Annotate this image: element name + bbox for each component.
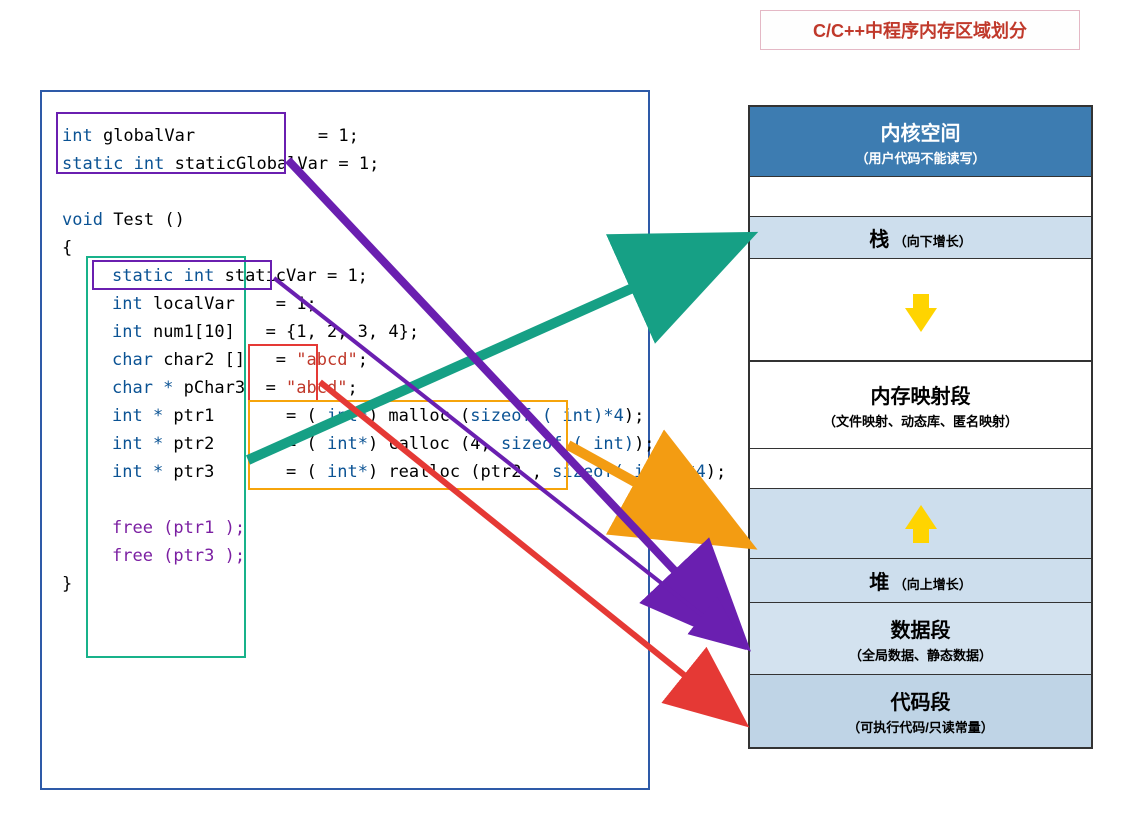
id-ptr2: ptr2	[173, 434, 214, 454]
eq: =	[266, 378, 286, 398]
cast-int: int*	[327, 406, 368, 426]
memory-layout: 内核空间 （用户代码不能读写） 栈 （向下增长） 内存映射段 （文件映射、动态库…	[748, 105, 1093, 749]
code-l4: {	[62, 234, 628, 262]
kw-static-int: static int	[112, 266, 225, 286]
mem-kernel: 内核空间 （用户代码不能读写）	[750, 107, 1091, 177]
mem-stack-title: 栈	[869, 229, 889, 251]
eq: =	[276, 350, 296, 370]
eq: = 1;	[318, 126, 359, 146]
arrow-up-icon	[905, 505, 937, 543]
kw-int: int	[112, 294, 153, 314]
fn-Test: Test ()	[113, 210, 185, 230]
close: );	[706, 462, 726, 482]
code-l3: void Test ()	[62, 206, 628, 234]
close: );	[634, 434, 654, 454]
code-l8: char char2 [] = "abcd";	[62, 346, 628, 374]
mem-stack-sub: （向下增长）	[894, 234, 972, 249]
id-num1: num1[10]	[153, 322, 235, 342]
mem-code-title: 代码段	[891, 686, 951, 715]
mem-kernel-title: 内核空间	[881, 117, 961, 146]
code-l14: free (ptr3 );	[62, 542, 628, 570]
close: );	[624, 406, 644, 426]
fn-realloc: ) realloc (ptr2 ,	[368, 462, 552, 482]
diagram-title: C/C++中程序内存区域划分	[760, 10, 1080, 50]
code-l13: free (ptr1 );	[62, 514, 628, 542]
code-l1: int globalVar = 1;	[62, 122, 628, 150]
kw-static-int: static int	[62, 154, 175, 174]
mem-data-title: 数据段	[891, 614, 951, 643]
mem-gap1	[750, 177, 1091, 217]
mem-stack-grow	[750, 259, 1091, 361]
mem-code: 代码段 （可执行代码/只读常量）	[750, 675, 1091, 747]
str-abcd1: "abcd"	[296, 350, 357, 370]
eq: = 1;	[327, 266, 368, 286]
code-l10: int * ptr1 = ( int*) malloc (sizeof ( in…	[62, 402, 628, 430]
mem-gap2	[750, 449, 1091, 489]
id-pChar3: pChar3	[184, 378, 245, 398]
cast-int: int*	[327, 434, 368, 454]
code-l2: static int staticGlobalVar = 1;	[62, 150, 628, 178]
mem-stack: 栈 （向下增长）	[750, 217, 1091, 259]
kw-int: int	[62, 126, 103, 146]
mem-heap: 堆 （向上增长）	[750, 559, 1091, 603]
id-globalVar: globalVar	[103, 126, 195, 146]
arg-sizeof: sizeof ( int)	[501, 434, 634, 454]
cast-int: int*	[327, 462, 368, 482]
arg-sizeof: sizeof( int )*4	[552, 462, 706, 482]
kw-void: void	[62, 210, 113, 230]
semi: ;	[347, 378, 357, 398]
mem-mmap: 内存映射段 （文件映射、动态库、匿名映射）	[750, 361, 1091, 449]
code-l11: int * ptr2 = ( int*) calloc (4, sizeof (…	[62, 430, 628, 458]
mem-heap-sub: （向上增长）	[894, 577, 972, 592]
eq: = (	[286, 434, 327, 454]
mem-heap-title: 堆	[869, 572, 889, 594]
id-staticGlobalVar: staticGlobalVar	[175, 154, 329, 174]
mem-code-sub: （可执行代码/只读常量）	[847, 717, 994, 736]
mem-kernel-sub: （用户代码不能读写）	[855, 148, 985, 167]
code-l6: int localVar = 1;	[62, 290, 628, 318]
id-char2: char2 []	[163, 350, 245, 370]
code-l5: static int staticVar = 1;	[62, 262, 628, 290]
eq: = (	[286, 406, 327, 426]
eq: = 1;	[276, 294, 317, 314]
kw-charp: char *	[112, 378, 184, 398]
semi: ;	[358, 350, 368, 370]
code-l7: int num1[10] = {1, 2, 3, 4};	[62, 318, 628, 346]
code-l9: char * pChar3 = "abcd";	[62, 374, 628, 402]
mem-heap-grow	[750, 489, 1091, 559]
fn-calloc: ) calloc (4,	[368, 434, 501, 454]
arrow-down-icon	[905, 294, 937, 332]
code-l12: int * ptr3 = ( int*) realloc (ptr2 , siz…	[62, 458, 628, 486]
eq: = (	[286, 462, 327, 482]
id-staticVar: staticVar	[225, 266, 317, 286]
mem-mmap-sub: （文件映射、动态库、匿名映射）	[823, 411, 1018, 430]
kw-intp: int *	[112, 406, 173, 426]
kw-intp: int *	[112, 434, 173, 454]
fn-malloc: ) malloc (	[368, 406, 470, 426]
kw-int: int	[112, 322, 153, 342]
eq: = {1, 2, 3, 4};	[266, 322, 420, 342]
mem-data: 数据段 （全局数据、静态数据）	[750, 603, 1091, 675]
str-abcd2: "abcd"	[286, 378, 347, 398]
eq: = 1;	[338, 154, 379, 174]
mem-data-sub: （全局数据、静态数据）	[849, 645, 992, 664]
mem-mmap-title: 内存映射段	[871, 380, 971, 409]
id-ptr3: ptr3	[173, 462, 214, 482]
id-ptr1: ptr1	[173, 406, 214, 426]
id-localVar: localVar	[153, 294, 235, 314]
code-panel: int globalVar = 1; static int staticGlob…	[40, 90, 650, 790]
kw-intp: int *	[112, 462, 173, 482]
arg-sizeof: sizeof ( int)*4	[470, 406, 624, 426]
kw-char: char	[112, 350, 163, 370]
code-l15: }	[62, 570, 628, 598]
